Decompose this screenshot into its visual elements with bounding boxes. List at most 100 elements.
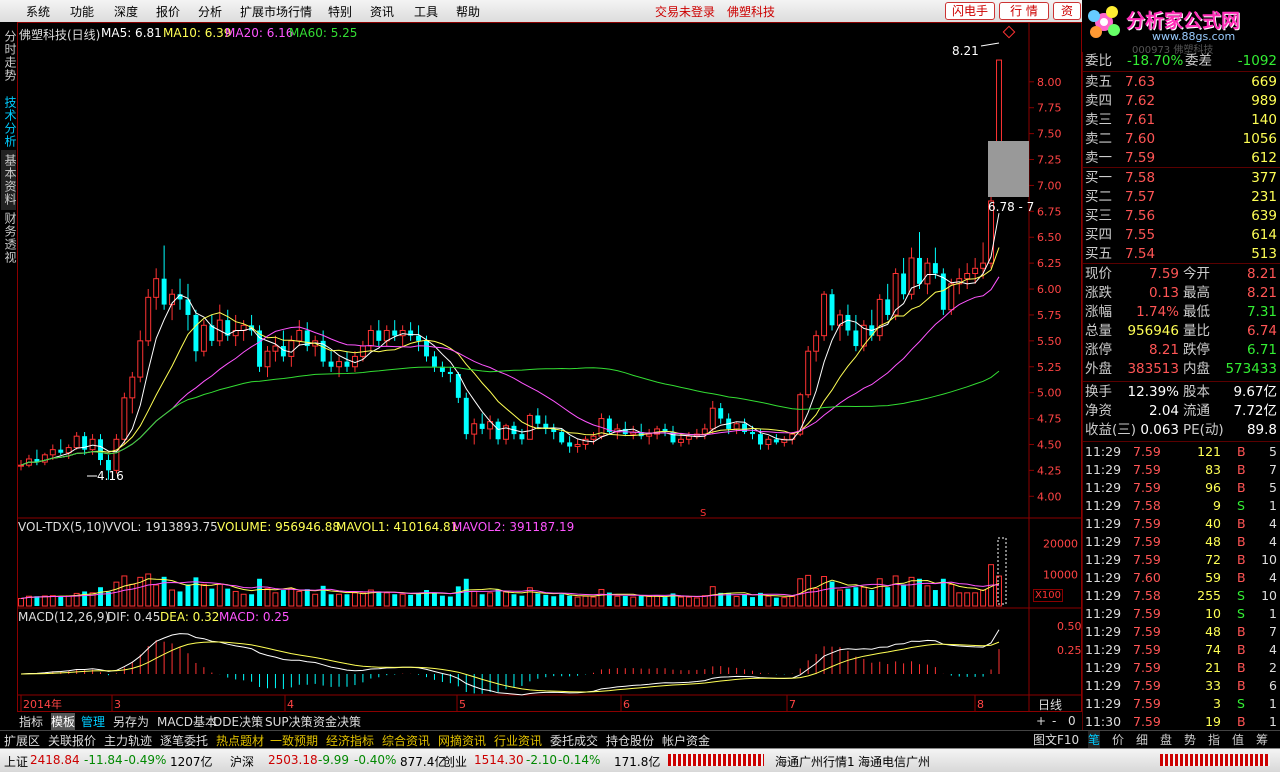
function-button-4[interactable]: 热点题材 xyxy=(216,732,264,749)
tab-technical[interactable]: 技术分析 xyxy=(1,92,17,152)
tick-price: 7.59 xyxy=(1133,696,1161,711)
sell-level-label: 卖四 xyxy=(1085,93,1112,109)
price-tick-label: 8.00 xyxy=(1037,76,1062,89)
menu-item-6[interactable]: 特别 xyxy=(328,3,352,20)
indicator-tab-6[interactable]: SUP决策 xyxy=(265,713,313,730)
tick-volume: 121 xyxy=(1197,444,1221,459)
tick-tab-5[interactable]: 指 xyxy=(1208,731,1220,748)
indicator-tab-3[interactable]: 另存为 xyxy=(113,713,149,730)
candle xyxy=(718,403,724,424)
menu-item-9[interactable]: 帮助 xyxy=(456,3,480,20)
indicator-tab-1[interactable]: 模板 xyxy=(51,713,76,730)
menu-item-4[interactable]: 分析 xyxy=(198,3,222,20)
indicator-tab-2[interactable]: 管理 xyxy=(81,713,105,730)
login-status[interactable]: 交易未登录 xyxy=(655,3,715,20)
flash-trade-button[interactable]: 闪电手 xyxy=(945,2,995,20)
volume-bar xyxy=(654,595,661,607)
indicator-tab-7[interactable]: 资金决策 xyxy=(313,713,361,730)
function-button-12[interactable]: 帐户资金 xyxy=(662,732,710,749)
volume-bar xyxy=(225,588,231,606)
zoom-reset-button[interactable]: 0 xyxy=(1068,714,1076,728)
volume-bar xyxy=(622,595,628,606)
index-item-1: 2418.84 xyxy=(30,753,80,767)
menu-item-3[interactable]: 报价 xyxy=(156,3,180,20)
zoom-out-button[interactable]: - xyxy=(1052,714,1056,728)
candle xyxy=(41,452,48,466)
broker-server-1[interactable]: 海通广州行情1 xyxy=(775,753,855,770)
volume-bar xyxy=(503,591,509,607)
buy-price: 7.55 xyxy=(1125,227,1156,243)
quote-value: 6.74 xyxy=(1246,323,1277,339)
corner-diamond-icon[interactable] xyxy=(1002,25,1016,39)
tick-price: 7.59 xyxy=(1133,480,1161,495)
macd-label: MACD(12,26,9) xyxy=(18,610,110,624)
info-button[interactable]: 资 xyxy=(1053,2,1081,20)
volume-bar xyxy=(416,592,422,606)
menu-item-2[interactable]: 深度 xyxy=(114,3,138,20)
tick-row: 11:29 7.58 9 S 1 xyxy=(1085,497,1279,515)
candle xyxy=(209,314,215,347)
volume-bar xyxy=(359,592,366,607)
menu-item-8[interactable]: 工具 xyxy=(414,3,438,20)
tick-count: 5 xyxy=(1269,444,1277,459)
indicator-tab-4[interactable]: MACD基本 xyxy=(157,713,217,730)
volume-bar xyxy=(344,594,350,606)
tick-tab-0[interactable]: 笔 xyxy=(1088,731,1101,748)
quote-button[interactable]: 行 情 xyxy=(999,2,1049,20)
period-label[interactable]: 日线 xyxy=(1038,696,1062,713)
x-axis-label: 2014年 xyxy=(23,697,62,711)
quote-row: 涨幅 1.74% 最低 7.31 xyxy=(1085,303,1279,321)
tab-fundamental[interactable]: 基本资料 xyxy=(1,150,17,210)
indicator-tab-5[interactable]: DDE决策 xyxy=(213,713,263,730)
menu-item-0[interactable]: 系统 xyxy=(26,3,50,20)
function-button-2[interactable]: 主力轨迹 xyxy=(104,732,152,749)
market-breadth-bar xyxy=(668,754,764,766)
kline-chart[interactable]: 8.00 7.75 7.50 7.25 7.00 6.75 6.50 6.25 6.00 5.75… xyxy=(17,22,1082,712)
tick-volume: 48 xyxy=(1205,624,1221,639)
function-button-5[interactable]: 一致预期 xyxy=(270,732,318,749)
candle xyxy=(304,322,310,352)
menu-item-1[interactable]: 功能 xyxy=(70,3,94,20)
tick-tab-1[interactable]: 价 xyxy=(1112,731,1124,748)
function-button-10[interactable]: 委托成交 xyxy=(550,732,598,749)
tick-count: 1 xyxy=(1269,714,1277,729)
volume-bar xyxy=(964,592,971,607)
function-button-6[interactable]: 经济指标 xyxy=(326,732,374,749)
menu-item-7[interactable]: 资讯 xyxy=(370,3,394,20)
indicator-tab-0[interactable]: 指标 xyxy=(19,713,43,730)
tick-tab-2[interactable]: 细 xyxy=(1136,731,1148,748)
tick-tab-4[interactable]: 势 xyxy=(1184,731,1196,748)
quote-row: 总量 956946 量比 6.74 xyxy=(1085,322,1279,340)
volume-bar xyxy=(153,584,160,607)
tab-financial[interactable]: 财务透视 xyxy=(1,208,17,268)
function-button-8[interactable]: 网摘资讯 xyxy=(438,732,486,749)
volume-bar xyxy=(232,590,239,607)
tab-time-share[interactable]: 分时走势 xyxy=(1,26,17,86)
broker-server-2[interactable]: 海通电信广州 xyxy=(858,753,930,770)
volume-bar xyxy=(646,596,653,607)
tick-tab-3[interactable]: 盘 xyxy=(1160,731,1172,748)
function-button-7[interactable]: 综合资讯 xyxy=(382,732,430,749)
volume-bar xyxy=(860,586,867,607)
function-button-9[interactable]: 行业资讯 xyxy=(494,732,542,749)
candle xyxy=(216,304,223,347)
f10-mode-button[interactable]: 图文F10 xyxy=(1033,731,1079,748)
volume-bar xyxy=(185,584,191,606)
fund-row: 换手 12.39% 股本 9.67亿 xyxy=(1085,383,1279,401)
tick-tab-7[interactable]: 筹 xyxy=(1256,731,1268,748)
function-button-11[interactable]: 持仓股份 xyxy=(606,732,654,749)
function-button-3[interactable]: 逐笔委托 xyxy=(160,732,208,749)
zoom-in-button[interactable]: + xyxy=(1036,714,1046,728)
tick-tab-6[interactable]: 值 xyxy=(1232,731,1244,748)
function-button-0[interactable]: 扩展区 xyxy=(4,732,40,749)
price-tick-label: 6.50 xyxy=(1037,231,1062,244)
quote-value: 7.59 xyxy=(1148,266,1179,282)
tick-volume: 74 xyxy=(1205,642,1221,657)
volume-bar xyxy=(582,595,589,607)
tick-side: B xyxy=(1237,624,1246,639)
function-button-1[interactable]: 关联报价 xyxy=(48,732,96,749)
candle xyxy=(153,268,160,310)
menu-item-5[interactable]: 扩展市场行情 xyxy=(240,3,312,20)
volume-bar xyxy=(805,574,812,607)
candle xyxy=(137,330,144,383)
